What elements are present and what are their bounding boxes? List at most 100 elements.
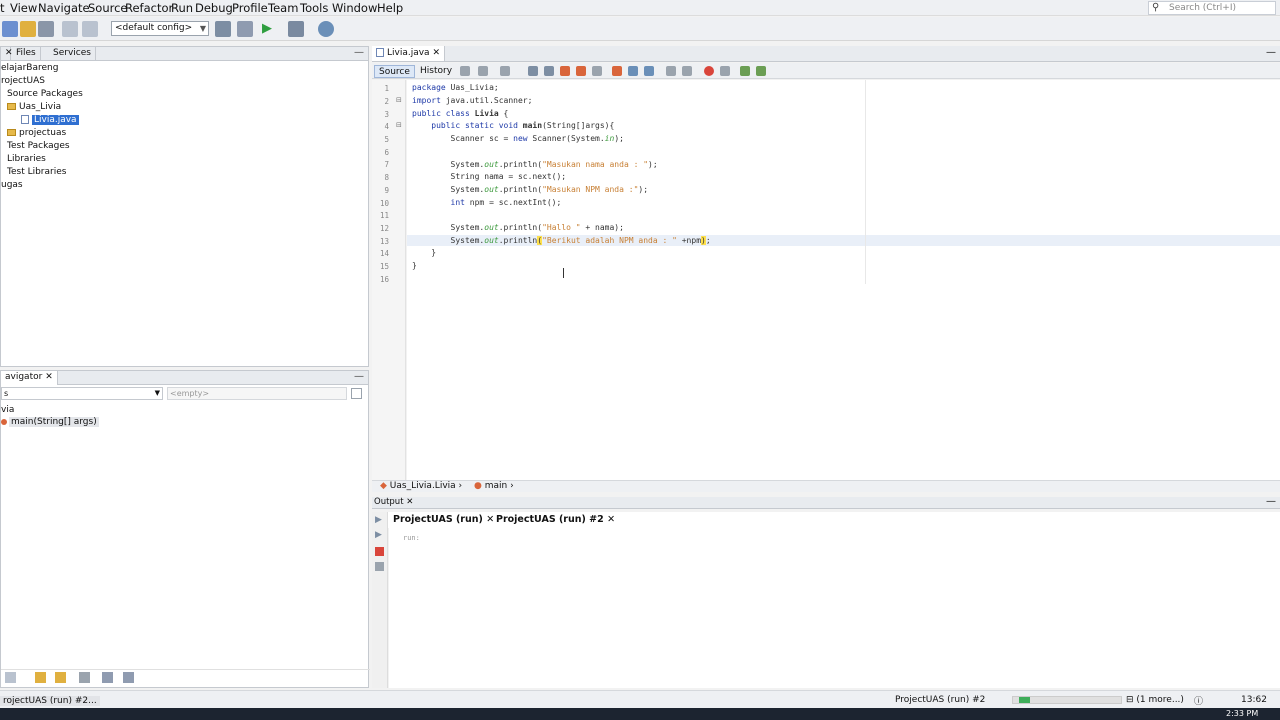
editor-file-tab[interactable]: Livia.java ✕ <box>372 46 445 61</box>
tree-item-project[interactable]: ugas <box>1 179 23 191</box>
redo-icon[interactable] <box>82 21 98 37</box>
forward-icon[interactable] <box>500 66 510 76</box>
menu-item-debug[interactable]: Debug <box>195 1 233 15</box>
tab-projects[interactable]: ✕ <box>1 47 13 61</box>
output-console[interactable]: run: <box>389 528 1280 688</box>
navigator-item-class[interactable]: via <box>1 404 14 416</box>
rerun-icon[interactable]: ▶ <box>375 515 382 525</box>
filter-fields-icon[interactable] <box>35 672 46 683</box>
fold-icon[interactable]: ⊟ <box>396 96 402 104</box>
minimize-icon[interactable]: — <box>354 371 364 382</box>
search-input[interactable]: ⚲ Search (Ctrl+I) <box>1148 1 1276 15</box>
close-icon[interactable]: ✕ <box>45 372 53 382</box>
menu-item-refactor[interactable]: Refactor <box>125 1 173 15</box>
tree-item-file[interactable]: Livia.java <box>21 114 79 126</box>
menu-item-tools[interactable]: Tools <box>300 1 328 15</box>
last-edit-icon[interactable] <box>460 66 470 76</box>
code-line: public static void main(String[]args){ <box>431 121 615 130</box>
settings-icon[interactable] <box>375 562 384 571</box>
build-icon[interactable] <box>215 21 231 37</box>
task-progress-bar[interactable] <box>1012 696 1122 704</box>
save-all-icon[interactable] <box>38 21 54 37</box>
tree-item-project[interactable]: elajarBareng <box>1 62 58 74</box>
close-icon[interactable]: ✕ <box>486 514 494 525</box>
find-icon[interactable] <box>528 66 538 76</box>
close-icon[interactable]: ✕ <box>607 514 615 525</box>
undo-icon[interactable] <box>62 21 78 37</box>
toggle-rect-select-icon[interactable] <box>592 66 602 76</box>
menu-item-run[interactable]: Run <box>171 1 193 15</box>
tree-item-project[interactable]: rojectUAS <box>1 75 45 87</box>
next-bookmark-icon[interactable] <box>628 66 638 76</box>
tree-item-test-packages[interactable]: Test Packages <box>7 140 70 152</box>
output-run-tabs: ProjectUAS (run) ✕ ProjectUAS (run) #2 ✕ <box>372 512 1280 528</box>
menu-item-source[interactable]: Source <box>88 1 128 15</box>
navigator-filter-select[interactable]: <empty> <box>167 387 347 400</box>
navigator-view-select[interactable]: s ▼ <box>1 387 163 400</box>
new-project-icon[interactable] <box>2 21 18 37</box>
filter-options-icon[interactable] <box>351 388 362 399</box>
sort-source-icon[interactable] <box>123 672 134 683</box>
shift-left-icon[interactable] <box>666 66 676 76</box>
tab-history[interactable]: History <box>416 65 456 78</box>
menu-item-team[interactable]: Team <box>268 1 298 15</box>
breadcrumb-item-method[interactable]: ● main › <box>474 481 514 492</box>
sort-icon[interactable] <box>5 672 16 683</box>
fold-icon[interactable]: ⊟ <box>396 121 402 129</box>
menu-item-profile[interactable]: Profile <box>232 1 268 15</box>
notification-icon[interactable]: ⓘ <box>1194 694 1203 707</box>
toggle-highlight-icon[interactable] <box>576 66 586 76</box>
breadcrumb-item-class[interactable]: ◆ Uas_Livia.Livia › <box>380 481 462 492</box>
start-macro-icon[interactable] <box>704 66 714 76</box>
tree-item-package[interactable]: Uas_Livia <box>7 101 61 113</box>
caret-position: 13:62 <box>1241 695 1267 705</box>
tree-item-source-packages[interactable]: Source Packages <box>7 88 83 100</box>
sort-name-icon[interactable] <box>102 672 113 683</box>
tree-item-libraries[interactable]: Libraries <box>7 153 46 165</box>
more-tasks-link[interactable]: ⊟ (1 more...) <box>1126 695 1184 705</box>
prev-bookmark-icon[interactable] <box>612 66 622 76</box>
close-icon[interactable]: ✕ <box>432 48 440 58</box>
tab-output-run[interactable]: ProjectUAS (run) ✕ <box>393 514 494 525</box>
folder-icon <box>7 103 16 110</box>
tab-navigator[interactable]: avigator ✕ <box>1 371 58 385</box>
filter-nonpublic-icon[interactable] <box>79 672 90 683</box>
minimize-icon[interactable]: — <box>1266 496 1276 507</box>
menu-item-window[interactable]: Window <box>332 1 377 15</box>
comment-icon[interactable] <box>740 66 750 76</box>
rerun-different-icon[interactable]: ▶ <box>375 530 382 540</box>
close-icon[interactable]: ✕ <box>406 497 413 507</box>
shift-right-icon[interactable] <box>682 66 692 76</box>
back-icon[interactable] <box>478 66 488 76</box>
profile-icon[interactable] <box>318 21 334 37</box>
tree-item-package[interactable]: projectuas <box>7 127 66 139</box>
tab-services[interactable]: Services <box>49 47 96 61</box>
menu-item-file[interactable]: t <box>0 1 5 15</box>
find-previous-icon[interactable] <box>544 66 554 76</box>
run-icon[interactable]: ▶ <box>262 21 278 37</box>
status-running-task[interactable]: rojectUAS (run) #2... <box>0 696 100 706</box>
stop-macro-icon[interactable] <box>720 66 730 76</box>
toggle-bookmark-icon[interactable] <box>644 66 654 76</box>
uncomment-icon[interactable] <box>756 66 766 76</box>
minimize-icon[interactable]: — <box>354 47 364 58</box>
config-select[interactable]: <default config> ▼ <box>111 21 209 36</box>
tab-output[interactable]: Output ✕ <box>374 497 413 508</box>
menu-item-navigate[interactable]: Navigate <box>38 1 90 15</box>
navigator-item-method[interactable]: main(String[] args) <box>1 416 99 428</box>
menu-item-help[interactable]: Help <box>377 1 403 15</box>
filter-static-icon[interactable] <box>55 672 66 683</box>
tree-item-test-libraries[interactable]: Test Libraries <box>7 166 66 178</box>
code-editor[interactable]: package Uas_Livia; import java.util.Scan… <box>407 80 1280 480</box>
open-project-icon[interactable] <box>20 21 36 37</box>
tab-output-run-2[interactable]: ProjectUAS (run) #2 ✕ <box>496 514 615 525</box>
maximize-icon[interactable]: — <box>1266 47 1276 58</box>
find-next-icon[interactable] <box>560 66 570 76</box>
tab-files[interactable]: Files <box>12 47 41 61</box>
clean-build-icon[interactable] <box>237 21 253 37</box>
stop-icon[interactable] <box>375 547 384 556</box>
debug-icon[interactable] <box>288 21 304 37</box>
tab-source[interactable]: Source <box>374 65 415 78</box>
menu-item-view[interactable]: View <box>10 1 37 15</box>
status-bar: rojectUAS (run) #2... ProjectUAS (run) #… <box>0 690 1280 708</box>
